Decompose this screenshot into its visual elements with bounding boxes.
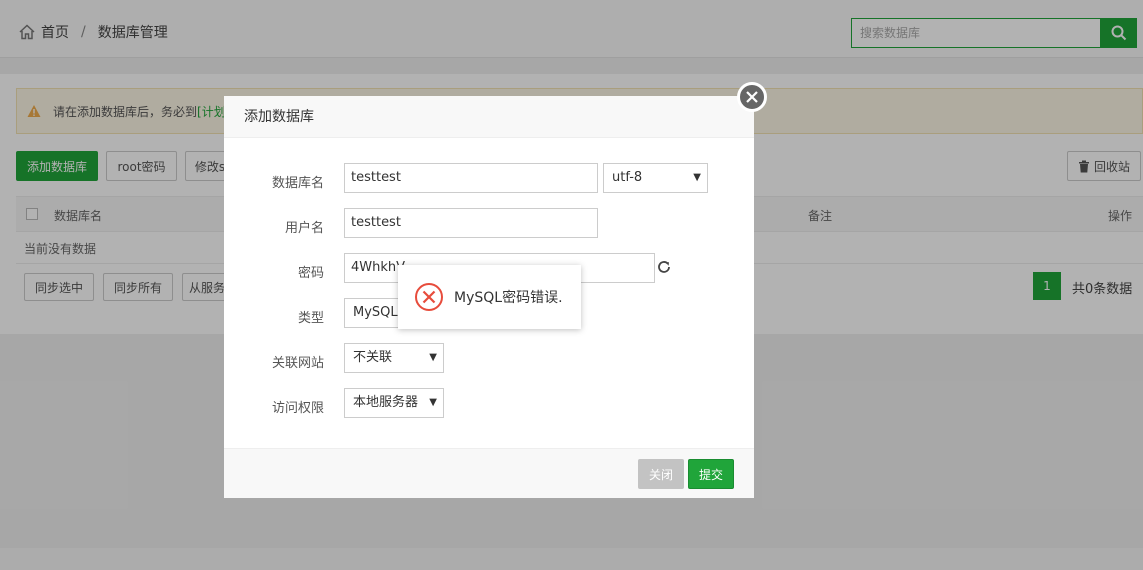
access-select[interactable]: 本地服务器 ▼	[344, 388, 444, 418]
toast-message: MySQL密码错误.	[454, 290, 563, 306]
username-input[interactable]: testtest	[344, 208, 598, 238]
close-icon	[746, 91, 758, 103]
modal-title: 添加数据库	[224, 96, 754, 138]
chevron-down-icon: ▼	[429, 397, 437, 408]
charset-select[interactable]: utf-8 ▼	[603, 163, 708, 193]
label-type: 类型	[297, 311, 324, 326]
type-value: MySQL	[353, 305, 398, 320]
modal-footer: 关闭 提交	[224, 448, 754, 498]
label-password: 密码	[297, 266, 324, 281]
access-value: 本地服务器	[353, 395, 419, 410]
chevron-down-icon: ▼	[429, 352, 437, 363]
charset-value: utf-8	[612, 170, 643, 185]
db-name-input[interactable]: testtest	[344, 163, 598, 193]
chevron-down-icon: ▼	[693, 172, 701, 183]
label-site: 关联网站	[271, 356, 324, 371]
label-access: 访问权限	[271, 401, 324, 416]
modal-close-button[interactable]	[737, 82, 767, 112]
site-select[interactable]: 不关联 ▼	[344, 343, 444, 373]
close-button[interactable]: 关闭	[638, 459, 684, 489]
submit-button[interactable]: 提交	[688, 459, 734, 489]
refresh-icon[interactable]	[656, 259, 672, 275]
error-icon	[415, 283, 443, 311]
label-username: 用户名	[284, 221, 324, 236]
label-db-name: 数据库名	[271, 176, 324, 191]
site-value: 不关联	[353, 350, 393, 365]
error-toast: MySQL密码错误.	[398, 265, 581, 329]
